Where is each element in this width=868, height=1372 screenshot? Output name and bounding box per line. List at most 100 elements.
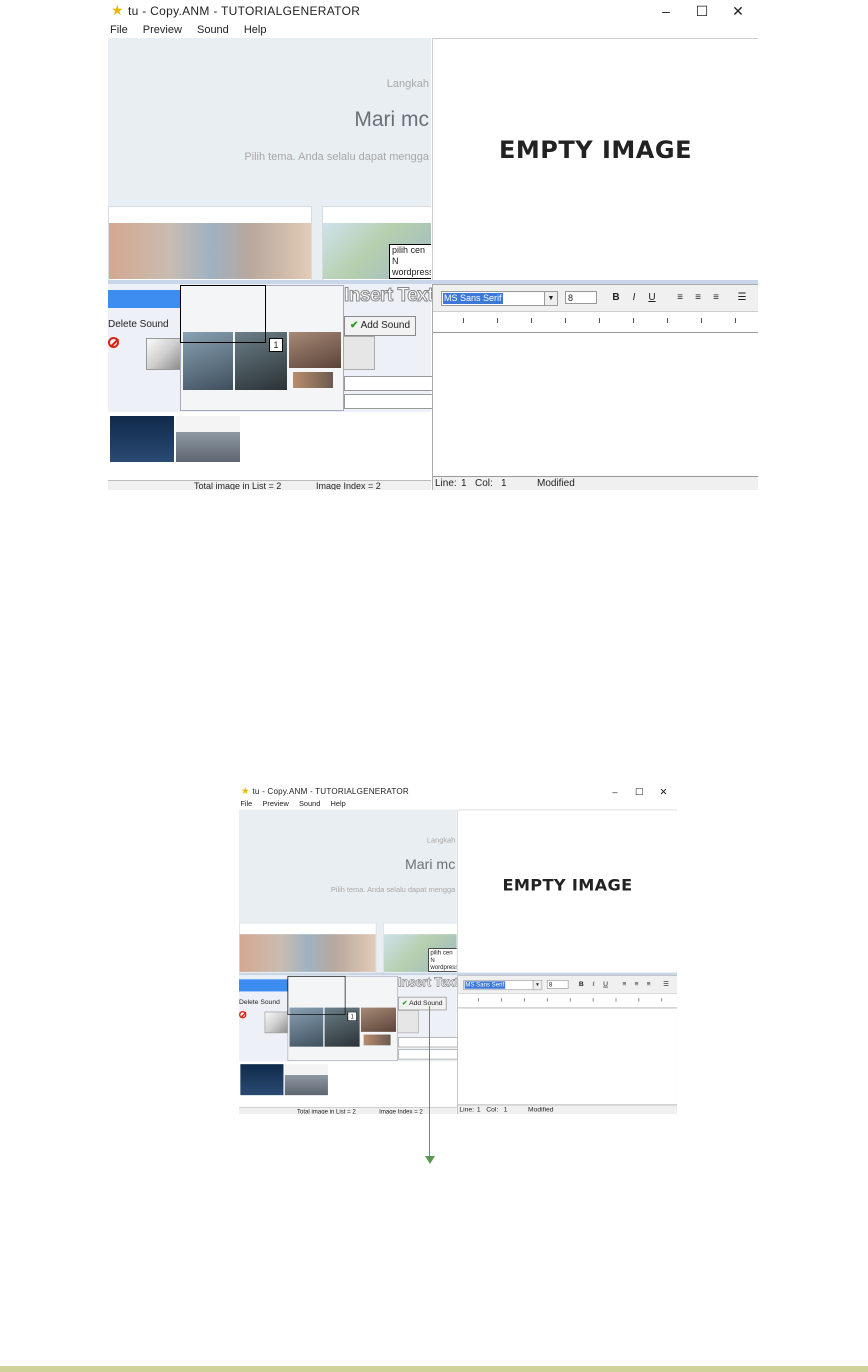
align-left-icon[interactable]: ≡ [673, 291, 687, 304]
delete-sound-button[interactable]: Delete Sound [239, 997, 288, 1019]
font-select[interactable]: MS Sans Serif ▼ [441, 291, 558, 306]
ruler [457, 994, 677, 1009]
line-label: Line: [435, 478, 457, 489]
ruler-tick [565, 318, 566, 323]
menu-sound[interactable]: Sound [197, 22, 229, 38]
annotation-arrow-head [425, 1156, 435, 1164]
menu-help[interactable]: Help [331, 799, 346, 810]
font-select[interactable]: MS Sans Serif ▼ [463, 979, 543, 991]
thumb-image [293, 372, 333, 388]
ruler-tick [497, 318, 498, 323]
ruler-tick [546, 998, 548, 1002]
delete-sound-label: Delete Sound [108, 319, 169, 330]
maximize-icon[interactable]: ☐ [627, 784, 651, 799]
bold-button[interactable]: B [609, 291, 623, 304]
tooltip-line: pilih cen N [430, 949, 453, 964]
selection-box[interactable] [180, 285, 266, 343]
text-field[interactable] [344, 394, 433, 409]
text-field[interactable] [344, 376, 433, 391]
selected-sound-bar[interactable] [108, 290, 180, 308]
gray-button[interactable] [397, 1010, 419, 1034]
insert-text-button[interactable]: Insert Text [343, 285, 434, 307]
ruler-tick [638, 998, 640, 1002]
maximize-icon[interactable]: ☐ [684, 0, 720, 22]
thumb-image [360, 1007, 396, 1032]
preview-heading: Mari mc [404, 856, 456, 873]
gray-button[interactable] [343, 336, 375, 370]
menu-file[interactable]: File [240, 799, 252, 810]
ruler-tick [735, 318, 736, 323]
minimize-icon[interactable]: – [603, 784, 627, 799]
align-right-icon[interactable]: ≡ [644, 980, 653, 989]
film-frame[interactable] [284, 1064, 328, 1096]
menu-help[interactable]: Help [244, 22, 267, 38]
editor-toolbar: MS Sans Serif ▼ 8 B I U ≡ ≡ ≡ ☰ [433, 285, 758, 312]
filmstrip [108, 412, 431, 480]
italic-button[interactable]: I [589, 980, 598, 989]
menu-bar: File Preview Sound Help [239, 798, 677, 810]
add-sound-button[interactable]: ✔ Add Sound [398, 996, 447, 1011]
col-value: 1 [503, 1105, 508, 1114]
chevron-down-icon: ▼ [544, 292, 557, 305]
film-frame[interactable] [240, 1064, 284, 1096]
status-bar: Total image in List = 2 Image Index = 2 [239, 1107, 457, 1114]
underline-button[interactable]: U [601, 980, 610, 989]
ruler-tick [667, 318, 668, 323]
menu-sound[interactable]: Sound [299, 799, 320, 810]
menu-file[interactable]: File [110, 22, 128, 38]
underline-button[interactable]: U [645, 291, 659, 304]
bold-button[interactable]: B [577, 980, 586, 989]
selection-box[interactable] [287, 975, 346, 1016]
ruler [433, 312, 758, 333]
preview-subtext: Pilih tema. Anda selalu dapat mengga [330, 885, 456, 894]
line-label: Line: [459, 1105, 474, 1114]
preview-step-text: Langkah [386, 78, 429, 90]
theme-card [239, 922, 377, 973]
tooltip-line: wordpress [392, 267, 431, 277]
font-select-value: MS Sans Serif [443, 293, 503, 304]
status-bar: Total image in List = 2 Image Index = 2 [108, 480, 431, 490]
theme-card-image [239, 934, 376, 972]
delete-sound-button[interactable]: Delete Sound [108, 316, 180, 348]
ruler-tick [592, 998, 594, 1002]
align-center-icon[interactable]: ≡ [691, 291, 705, 304]
delete-icon [239, 1010, 247, 1019]
close-icon[interactable]: ✕ [720, 0, 756, 22]
close-icon[interactable]: ✕ [651, 784, 675, 799]
film-frame[interactable] [110, 416, 174, 462]
modified-status: Modified [528, 1105, 554, 1114]
screenshot-small: ★ tu - Copy.ANM - TUTORIALGENERATOR – ☐ … [239, 784, 677, 1114]
check-icon: ✔ [402, 999, 408, 1007]
minimize-icon[interactable]: – [648, 0, 684, 22]
size-select[interactable]: 8 [546, 979, 569, 989]
align-center-icon[interactable]: ≡ [632, 980, 641, 989]
italic-button[interactable]: I [627, 291, 641, 304]
text-editor: MS Sans Serif ▼ 8 B I U ≡ ≡ ≡ ☰ Line: 1 … [457, 975, 677, 1114]
ruler-tick [615, 998, 617, 1002]
film-frame[interactable] [176, 416, 240, 462]
tooltip: pilih cen N wordpress [428, 948, 457, 972]
sound-thumbnail [264, 1011, 289, 1034]
image-area: EMPTY IMAGE [432, 38, 758, 283]
editor-status-bar: Line: 1 Col: 1 Modified [457, 1104, 677, 1114]
align-right-icon[interactable]: ≡ [709, 291, 723, 304]
align-left-icon[interactable]: ≡ [620, 980, 629, 989]
bullets-icon[interactable]: ☰ [661, 980, 670, 989]
size-select[interactable]: 8 [565, 291, 597, 304]
menu-preview[interactable]: Preview [143, 22, 182, 38]
app-star-icon: ★ [241, 785, 250, 797]
editor-toolbar: MS Sans Serif ▼ 8 B I U ≡ ≡ ≡ ☰ [457, 975, 677, 995]
status-total: Total image in List = 2 [194, 481, 282, 490]
selected-sound-bar[interactable] [239, 979, 288, 992]
text-field[interactable] [398, 1049, 458, 1060]
add-sound-button[interactable]: ✔ Add Sound [344, 316, 416, 336]
insert-text-button[interactable]: Insert Text [398, 976, 459, 991]
bullets-icon[interactable]: ☰ [735, 291, 749, 304]
text-field[interactable] [398, 1037, 458, 1048]
empty-image-label: EMPTY IMAGE [499, 136, 692, 164]
ruler-tick [599, 318, 600, 323]
menu-preview[interactable]: Preview [262, 799, 288, 810]
window-title: tu - Copy.ANM - TUTORIALGENERATOR [252, 786, 409, 797]
line-value: 1 [476, 1105, 481, 1114]
preview-pane: Langkah Mari mc Pilih tema. Anda selalu … [108, 38, 431, 280]
